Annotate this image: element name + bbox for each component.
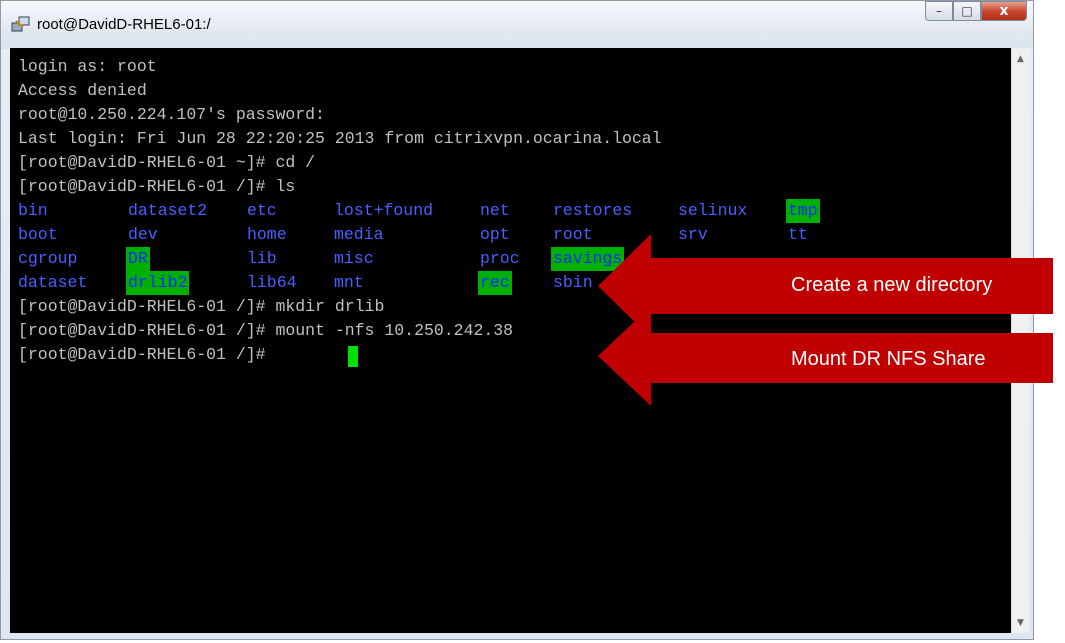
- ls-entry: etc: [247, 201, 277, 220]
- ls-entry: selinux: [678, 201, 748, 220]
- scroll-up-icon[interactable]: ▲: [1012, 50, 1029, 67]
- window-title: root@DavidD-RHEL6-01:/: [37, 16, 211, 33]
- ls-entry: home: [247, 225, 287, 244]
- ls-entry: restores: [553, 201, 633, 220]
- ls-entry: dataset2: [128, 201, 208, 220]
- terminal-prompt: [root@DavidD-RHEL6-01 /]#: [18, 345, 276, 364]
- ls-entry: misc: [334, 249, 374, 268]
- terminal-cursor: [348, 346, 358, 367]
- terminal-line: Access denied: [18, 81, 147, 100]
- ls-entry: DR: [126, 247, 150, 271]
- ls-entry: drlib2: [126, 271, 190, 295]
- putty-icon: [11, 16, 30, 32]
- ls-entry: lost+found: [334, 201, 434, 220]
- window-controls: – □ x: [925, 1, 1027, 23]
- ls-entry: rec: [478, 271, 512, 295]
- terminal-line: [root@DavidD-RHEL6-01 ~]# cd /: [18, 153, 316, 172]
- callout-text-mkdir: Create a new directory: [791, 274, 993, 296]
- callout-arrow-mount: Mount DR NFS Share: [598, 306, 1053, 406]
- title-bar[interactable]: root@DavidD-RHEL6-01:/ – □ x: [1, 1, 1033, 49]
- ls-entry: sbin: [553, 273, 593, 292]
- terminal-line: [root@DavidD-RHEL6-01 /]# mount -nfs 10.…: [18, 321, 514, 340]
- ls-entry: opt: [480, 225, 510, 244]
- ls-entry: bin: [18, 201, 48, 220]
- ls-entry: dataset: [18, 273, 88, 292]
- minimize-button[interactable]: –: [925, 1, 953, 21]
- ls-entry: cgroup: [18, 249, 78, 268]
- close-button[interactable]: x: [981, 1, 1027, 21]
- terminal-line: [root@DavidD-RHEL6-01 /]# mkdir drlib: [18, 297, 385, 316]
- ls-entry: mnt: [334, 273, 364, 292]
- ls-entry: lib64: [247, 273, 297, 292]
- ls-entry: dev: [128, 225, 158, 244]
- scroll-down-icon[interactable]: ▼: [1012, 614, 1029, 631]
- ls-entry: root: [553, 225, 593, 244]
- terminal-line: Last login: Fri Jun 28 22:20:25 2013 fro…: [18, 129, 662, 148]
- ls-entry: media: [334, 225, 384, 244]
- ls-entry: net: [480, 201, 510, 220]
- callout-text-mount: Mount DR NFS Share: [791, 348, 986, 370]
- terminal-line: login as: root: [18, 57, 157, 76]
- ls-entry: proc: [480, 249, 520, 268]
- ls-entry: tmp: [786, 199, 820, 223]
- minimize-icon: –: [936, 4, 942, 18]
- maximize-icon: □: [961, 4, 973, 18]
- ls-entry: lib: [247, 249, 277, 268]
- terminal-line: [root@DavidD-RHEL6-01 /]# ls: [18, 177, 296, 196]
- terminal-line: root@10.250.224.107's password:: [18, 105, 325, 124]
- close-icon: x: [999, 3, 1009, 19]
- maximize-button[interactable]: □: [953, 1, 981, 21]
- ls-entry: boot: [18, 225, 58, 244]
